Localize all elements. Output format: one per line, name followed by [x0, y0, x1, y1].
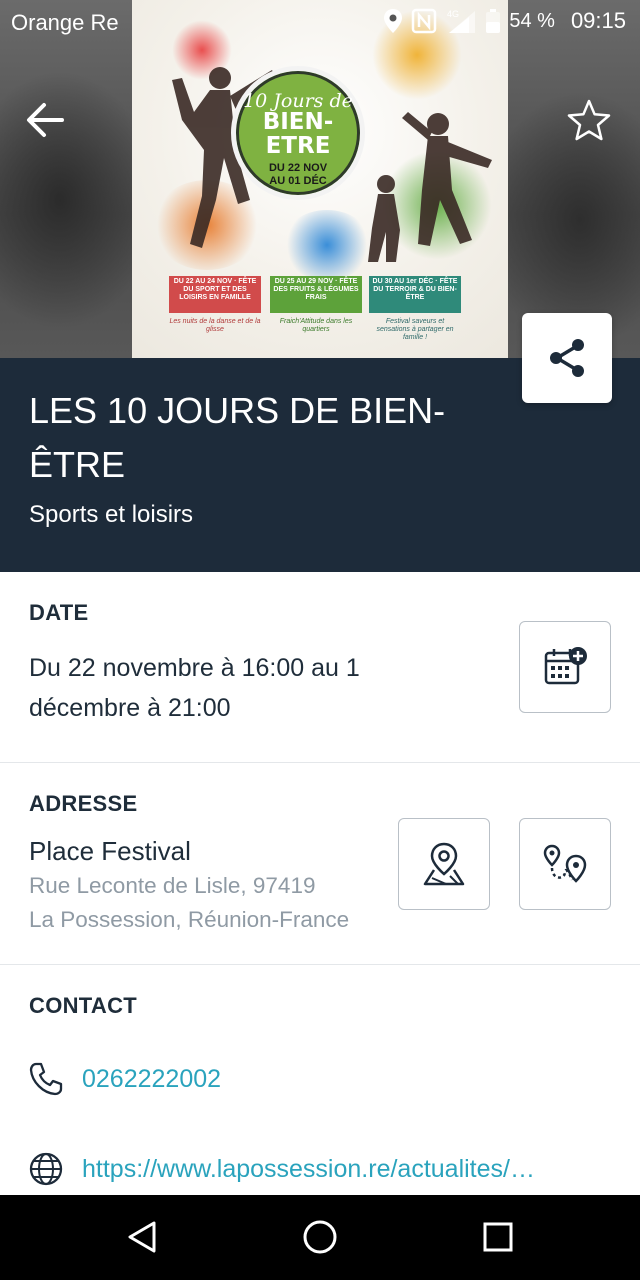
add-to-calendar-button[interactable]: [519, 621, 611, 713]
date-section: DATE Du 22 novembre à 16:00 au 1 décembr…: [0, 572, 640, 763]
location-icon: [384, 9, 403, 33]
contact-label: CONTACT: [29, 993, 138, 1018]
share-icon: [550, 339, 584, 377]
event-category: Sports et loisirs: [29, 501, 194, 528]
phone-link[interactable]: 0262222002: [82, 1065, 221, 1094]
address-street: Rue Leconte de Lisle, 97419: [29, 873, 316, 898]
back-button[interactable]: [24, 98, 68, 142]
phone-row[interactable]: 0262222002: [28, 1059, 221, 1099]
star-outline-icon: [567, 99, 611, 141]
nav-recents-button[interactable]: [476, 1215, 520, 1259]
status-bar: Orange Re 4G 54 % 09:15: [0, 0, 640, 46]
website-row[interactable]: https://www.lapossession.re/actualites/…: [28, 1149, 535, 1189]
triangle-back-icon: [128, 1221, 156, 1253]
poster-dates: DU 22 NOV AU 01 DÉC: [231, 162, 365, 188]
signal-icon: 4G: [447, 9, 476, 33]
battery-icon: [486, 9, 501, 33]
poster-title-line: BIEN-: [262, 109, 334, 135]
poster-title-line: ETRE: [265, 133, 331, 159]
square-recents-icon: [483, 1222, 513, 1252]
address-section: ADRESSE Place Festival Rue Leconte de Li…: [0, 763, 640, 965]
poster-banner: DU 25 AU 29 NOV · FÊTE DES FRUITS & LÉGU…: [270, 276, 362, 313]
address-label: ADRESSE: [29, 791, 138, 816]
poster-banner: DU 30 AU 1er DÉC · FÊTE DU TERROIR & DU …: [369, 276, 461, 313]
poster-note: Festival saveurs et sensations à partage…: [376, 318, 454, 341]
share-button[interactable]: [522, 313, 612, 403]
poster-note: Les nuits de la danse et de la glisse: [169, 318, 261, 333]
event-title: LES 10 JOURS DE BIEN-ÊTRE: [29, 390, 446, 485]
system-navigation-bar: [0, 1195, 640, 1280]
hero-image: 10 Jours de BIEN- ETRE DU 22 NOV AU 01 D…: [0, 0, 640, 358]
battery-level: 54 %: [509, 9, 555, 32]
contact-section: CONTACT 0262222002 https://www.lapossess…: [0, 965, 640, 1195]
poster-date-line: AU 01 DÉC: [269, 175, 327, 187]
map-pin-icon: [423, 842, 465, 886]
nav-back-button[interactable]: [120, 1215, 164, 1259]
phone-icon: [29, 1062, 63, 1096]
arrow-left-icon: [27, 103, 64, 137]
event-date-text: Du 22 novembre à 16:00 au 1 décembre à 2…: [29, 654, 360, 722]
address-city: La Possession, Réunion-France: [29, 907, 350, 932]
nfc-icon: [412, 8, 437, 34]
date-label: DATE: [29, 600, 89, 625]
poster-note: Fraich'Attitude dans les quartiers: [279, 318, 353, 333]
nav-home-button[interactable]: [298, 1215, 342, 1259]
calendar-add-icon: [544, 647, 587, 685]
poster-date-line: DU 22 NOV: [268, 162, 328, 174]
directions-button[interactable]: [519, 818, 611, 910]
status-icons: 4G 54 % 09:15: [383, 8, 626, 34]
status-time: 09:15: [570, 8, 626, 33]
poster-banner: DU 22 AU 24 NOV · FÊTE DU SPORT ET DES L…: [169, 276, 261, 313]
globe-icon: [29, 1152, 63, 1186]
circle-home-icon: [303, 1220, 337, 1254]
route-icon: [543, 844, 587, 883]
event-poster: 10 Jours de BIEN- ETRE DU 22 NOV AU 01 D…: [132, 0, 508, 358]
favorite-button[interactable]: [566, 98, 612, 144]
carrier-name: Orange Re: [11, 10, 119, 35]
venue-name: Place Festival: [29, 836, 191, 866]
show-on-map-button[interactable]: [398, 818, 490, 910]
website-link[interactable]: https://www.lapossession.re/actualites/…: [82, 1155, 535, 1184]
poster-main-title: BIEN- ETRE: [231, 110, 365, 158]
network-type: 4G: [447, 9, 459, 19]
